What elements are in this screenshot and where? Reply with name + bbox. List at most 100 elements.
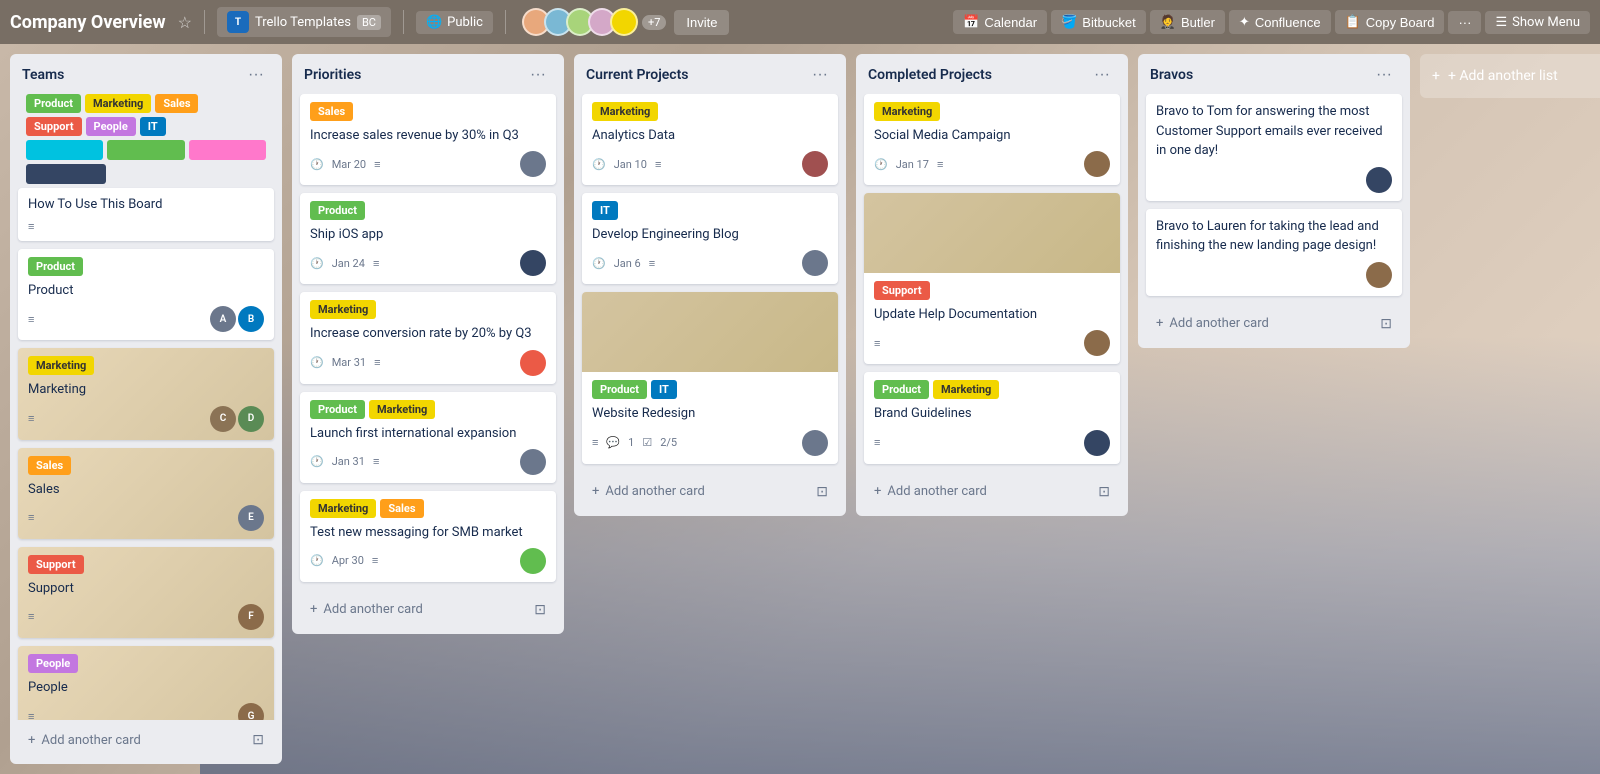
card-meta-sales-revenue: 🕐 Mar 20 ≡ — [310, 151, 546, 177]
plus-icon-cp: + — [592, 484, 599, 499]
label-bg-marketing: Marketing — [933, 380, 999, 399]
plus-icon-priorities: + — [310, 602, 317, 617]
card-ship-ios[interactable]: Product Ship iOS app 🕐 Jan 24 ≡ — [300, 193, 556, 284]
list-body-teams: Product Marketing Sales Support People I… — [10, 94, 282, 720]
board: Teams ··· Product Marketing Sales Suppor… — [0, 44, 1600, 774]
list-menu-completed[interactable]: ··· — [1088, 64, 1116, 86]
card-conversion-rate[interactable]: Marketing Increase conversion rate by 20… — [300, 292, 556, 383]
list-title-teams: Teams — [22, 67, 64, 83]
add-card-priorities[interactable]: + Add another card ⊡ — [300, 594, 556, 626]
add-card-bravos[interactable]: + Add another card ⊡ — [1146, 308, 1402, 340]
clock-icon-smb: 🕐 — [310, 554, 324, 567]
card-meta-left-sm: 🕐 Jan 17 ≡ — [874, 158, 943, 171]
star-icon[interactable]: ☆ — [178, 13, 192, 32]
card-website-redesign[interactable]: Product IT Website Redesign ≡ 💬 1 ☑ 2/5 — [582, 292, 838, 463]
card-meta-marketing: ≡ C D — [28, 406, 264, 432]
card-labels-marketing: Marketing — [28, 356, 264, 375]
list-body-completed: Marketing Social Media Campaign 🕐 Jan 17… — [856, 94, 1128, 472]
menu-icon-sales: ≡ — [28, 511, 34, 524]
add-list-button[interactable]: + + Add another list — [1420, 54, 1600, 98]
plus-icon-bravos: + — [1156, 316, 1163, 331]
card-meta-wr: ≡ 💬 1 ☑ 2/5 — [592, 430, 828, 456]
card-title-smb: Test new messaging for SMB market — [310, 524, 546, 542]
card-eng-blog[interactable]: IT Develop Engineering Blog 🕐 Jan 6 ≡ — [582, 193, 838, 284]
card-meta-left-people: ≡ — [28, 710, 34, 720]
butler-button[interactable]: 🤵 Butler — [1150, 10, 1225, 34]
divider-3 — [505, 10, 506, 34]
label-sm: Marketing — [874, 102, 940, 121]
list-menu-bravos[interactable]: ··· — [1370, 64, 1398, 86]
card-brand-guidelines[interactable]: Product Marketing Brand Guidelines ≡ — [864, 372, 1120, 463]
list-bravos: Bravos ··· Bravo to Tom for answering th… — [1138, 54, 1410, 348]
card-title-intl: Launch first international expansion — [310, 425, 546, 443]
card-meta-sm: 🕐 Jan 17 ≡ — [874, 151, 1110, 177]
copy-board-button[interactable]: 📋 Copy Board — [1335, 10, 1445, 34]
card-meta-cr: 🕐 Mar 31 ≡ — [310, 350, 546, 376]
card-product[interactable]: Product Product ≡ A B — [18, 249, 274, 340]
card-marketing[interactable]: Marketing Marketing ≡ C D — [18, 348, 274, 439]
label-intl-product: Product — [310, 400, 365, 419]
card-bravo-tom[interactable]: Bravo to Tom for answering the most Cust… — [1146, 94, 1402, 201]
list-menu-priorities[interactable]: ··· — [524, 64, 552, 86]
card-sales[interactable]: Sales Sales ≡ E — [18, 448, 274, 539]
add-card-left-bravos: + Add another card — [1156, 316, 1269, 331]
card-support[interactable]: Support Support ≡ F — [18, 547, 274, 638]
show-menu-button[interactable]: ☰ Show Menu — [1485, 11, 1590, 34]
confluence-button[interactable]: ✦ Confluence — [1229, 10, 1331, 34]
card-title-people: People — [28, 679, 264, 697]
invite-button[interactable]: Invite — [674, 10, 729, 35]
card-social-media[interactable]: Marketing Social Media Campaign 🕐 Jan 17… — [864, 94, 1120, 185]
card-how-to-use[interactable]: How To Use This Board ≡ — [18, 188, 274, 241]
card-international[interactable]: Product Marketing Launch first internati… — [300, 392, 556, 483]
label-ship-ios: Product — [310, 201, 365, 220]
add-card-completed[interactable]: + Add another card ⊡ — [864, 476, 1120, 508]
add-card-cp[interactable]: + Add another card ⊡ — [582, 476, 838, 508]
workspace-icon-letter: T — [235, 17, 241, 28]
label-sales-chip: Sales — [155, 94, 198, 113]
card-meta-bravo-lauren — [1156, 262, 1392, 288]
card-avatar-product-1: A — [210, 306, 236, 332]
avatar-count: +7 — [642, 15, 666, 30]
list-header-teams: Teams ··· — [10, 54, 282, 94]
card-sales-revenue[interactable]: Sales Increase sales revenue by 30% in Q… — [300, 94, 556, 185]
card-people[interactable]: People People ≡ G — [18, 646, 274, 720]
card-meta-left-hd: ≡ — [874, 337, 880, 350]
card-bravo-lauren[interactable]: Bravo to Lauren for taking the lead and … — [1146, 209, 1402, 296]
card-avatar-analytics — [802, 151, 828, 177]
date-smb: Apr 30 — [332, 554, 364, 567]
list-body-bravos: Bravo to Tom for answering the most Cust… — [1138, 94, 1410, 304]
menu-icon-sr: ≡ — [374, 158, 380, 171]
list-menu-cp[interactable]: ··· — [806, 64, 834, 86]
menu-icon-intl: ≡ — [373, 455, 379, 468]
card-title-sales: Sales — [28, 481, 264, 499]
card-title-sm: Social Media Campaign — [874, 127, 1110, 145]
bitbucket-label: Bitbucket — [1082, 15, 1135, 30]
calendar-button[interactable]: 📅 Calendar — [953, 10, 1047, 34]
workspace-button[interactable]: T Trello Templates BC — [217, 7, 391, 37]
label-sales: Sales — [28, 456, 71, 475]
template-icon-bravos: ⊡ — [1380, 316, 1392, 332]
list-title-completed: Completed Projects — [868, 67, 992, 83]
label-wr-it: IT — [651, 380, 677, 399]
bitbucket-button[interactable]: 🪣 Bitbucket — [1051, 10, 1146, 34]
card-analytics[interactable]: Marketing Analytics Data 🕐 Jan 10 ≡ — [582, 94, 838, 185]
card-meta-left-product: ≡ — [28, 313, 34, 326]
card-smb[interactable]: Marketing Sales Test new messaging for S… — [300, 491, 556, 582]
add-card-teams[interactable]: + Add another card ⊡ — [18, 724, 274, 756]
more-icon: ··· — [1458, 15, 1471, 30]
card-help-docs[interactable]: Support Update Help Documentation ≡ — [864, 193, 1120, 364]
list-header-cp: Current Projects ··· — [574, 54, 846, 94]
card-labels-intl: Product Marketing — [310, 400, 546, 419]
card-avatar-smb — [520, 548, 546, 574]
card-title-ship-ios: Ship iOS app — [310, 226, 546, 244]
label-smb-sales: Sales — [380, 499, 423, 518]
more-button[interactable]: ··· — [1448, 11, 1481, 34]
card-avatars-sales: E — [238, 505, 264, 531]
divider-2 — [403, 10, 404, 34]
add-card-left-priorities: + Add another card — [310, 602, 423, 617]
clock-icon-analytics: 🕐 — [592, 158, 606, 171]
list-menu-teams[interactable]: ··· — [242, 64, 270, 86]
visibility-button[interactable]: 🌐 Public — [416, 11, 493, 34]
avatar-5[interactable] — [610, 8, 638, 36]
date-sr: Mar 20 — [332, 158, 366, 171]
